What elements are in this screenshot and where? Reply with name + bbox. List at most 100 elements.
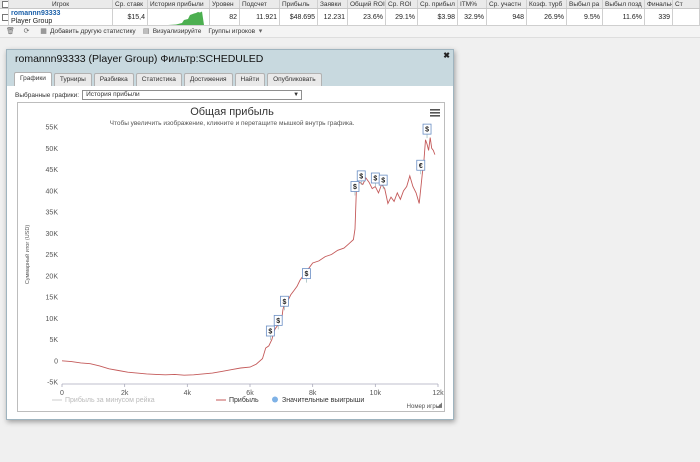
- col-header-total-roi[interactable]: Общий ROI: [348, 0, 386, 8]
- cell-late-out: 11.6%: [603, 9, 645, 26]
- big-win-marker-label: $: [381, 178, 385, 185]
- y-tick-label: 10K: [46, 316, 59, 323]
- col-header-early-out[interactable]: Выбыл ра: [567, 0, 603, 8]
- trash-icon: 🗑: [6, 28, 15, 35]
- refresh-button[interactable]: ⟳: [23, 28, 33, 35]
- add-stats-label: Добавить другую статистику: [50, 28, 136, 35]
- window-title[interactable]: romannn93333 (Player Group) Фильтр:SCHED…: [7, 50, 453, 69]
- col-header-final[interactable]: Финальн: [645, 0, 673, 8]
- player-groups-label: Группы игроков: [208, 28, 256, 35]
- y-tick-label: -5K: [47, 380, 58, 387]
- col-header-avg-profit[interactable]: Ср. прибыл: [418, 0, 458, 8]
- big-win-marker-label: $: [425, 127, 429, 134]
- resize-grip-icon[interactable]: ◢: [437, 401, 442, 409]
- x-axis-label: Номер игры: [407, 404, 440, 410]
- legend-marker-big-wins: [272, 396, 278, 403]
- add-stats-button[interactable]: ▦ Добавить другую статистику: [40, 28, 136, 35]
- y-tick-label: 15K: [46, 295, 59, 302]
- cell-count: 11.921: [240, 9, 280, 26]
- col-header-more[interactable]: Ст: [673, 0, 700, 8]
- table-row[interactable]: romannn93333 Player Group $15,4 82 11.92…: [0, 9, 700, 26]
- tab-breakdown[interactable]: Разбивка: [93, 73, 134, 86]
- x-tick-label: 6k: [246, 390, 254, 397]
- stats-grid: Игрок Ср. ставк История прибыли Уровен П…: [0, 0, 700, 26]
- profit-sparkline: [151, 11, 204, 25]
- col-header-count[interactable]: Подсчет: [240, 0, 280, 8]
- big-win-marker-label: $: [373, 176, 377, 183]
- chart-subtitle: Чтобы увеличить изображение, кликните и …: [110, 119, 355, 127]
- y-tick-label: 25K: [46, 252, 59, 259]
- big-win-marker-label: $: [359, 173, 363, 180]
- x-tick-label: 4k: [184, 390, 192, 397]
- cell-total-roi: 23.6%: [348, 9, 386, 26]
- col-header-profit-history[interactable]: История прибыли: [148, 0, 210, 8]
- col-header-profit[interactable]: Прибыль: [280, 0, 318, 8]
- cell-profit: $48.695: [280, 9, 318, 26]
- cell-level: 82: [210, 9, 240, 26]
- cell-more: [673, 9, 700, 26]
- col-header-entries[interactable]: Заявки: [318, 0, 348, 8]
- legend-label-net-profit: Прибыль за минусом рейка: [65, 396, 155, 404]
- tab-statistics[interactable]: Статистика: [135, 73, 182, 86]
- player-group-label: Player Group: [11, 18, 53, 25]
- col-header-itm[interactable]: ITM%: [458, 0, 487, 8]
- cell-avg-profit: $3.98: [418, 9, 458, 26]
- row-checkbox[interactable]: [2, 14, 8, 21]
- refresh-icon: ⟳: [23, 28, 30, 35]
- tab-publish[interactable]: Опубликовать: [267, 73, 322, 86]
- player-cell: romannn93333 Player Group: [9, 9, 113, 26]
- chevron-down-icon: ▼: [293, 92, 300, 98]
- col-header-player[interactable]: Игрок: [9, 0, 113, 8]
- remove-button[interactable]: 🗑: [6, 28, 16, 35]
- menu-icon-bar-1: [430, 112, 440, 114]
- y-tick-label: 30K: [46, 231, 59, 238]
- chart-selector-dropdown[interactable]: История прибыли ▼: [82, 90, 303, 100]
- y-tick-label: 5K: [49, 337, 58, 344]
- tab-tournaments[interactable]: Турниры: [53, 73, 92, 86]
- col-header-late-out[interactable]: Выбыл позд: [603, 0, 645, 8]
- chart-container[interactable]: Общая прибыль Чтобы увеличить изображение…: [17, 102, 445, 412]
- chart-icon: ▤: [142, 28, 150, 35]
- y-tick-label: 50K: [46, 146, 59, 153]
- chart-selector-value: История прибыли: [86, 91, 140, 98]
- y-tick-label: 20K: [46, 273, 59, 280]
- select-all-checkbox[interactable]: [2, 1, 8, 8]
- big-win-marker-label: $: [353, 184, 357, 191]
- player-groups-dropdown[interactable]: Группы игроков ▾: [208, 28, 267, 35]
- player-name-link[interactable]: romannn93333: [11, 10, 110, 18]
- cell-avg-roi: 29.1%: [386, 9, 418, 26]
- col-header-avg-entrants[interactable]: Ср. участн: [487, 0, 527, 8]
- row-checkbox-cell[interactable]: [0, 9, 9, 26]
- x-tick-label: 0: [60, 390, 64, 397]
- menu-icon-bar-2: [430, 115, 440, 117]
- chart-window: romannn93333 (Player Group) Фильтр:SCHED…: [6, 49, 454, 420]
- visualize-label: Визуализируйте: [152, 28, 202, 35]
- tab-find[interactable]: Найти: [234, 73, 266, 86]
- col-header-turbo-ratio[interactable]: Коэф. турб: [527, 0, 567, 8]
- tab-charts[interactable]: Графики: [14, 72, 52, 86]
- profit-chart[interactable]: Общая прибыльЧтобы увеличить изображение…: [18, 103, 446, 413]
- col-header-avg-roi[interactable]: Ср. ROI: [386, 0, 418, 8]
- y-tick-label: 55K: [46, 125, 59, 132]
- chevron-down-icon: ▾: [258, 28, 263, 35]
- big-win-marker-label: €: [419, 163, 423, 170]
- col-header-avg-stake[interactable]: Ср. ставк: [113, 0, 148, 8]
- chart-title: Общая прибыль: [190, 106, 274, 118]
- add-column-icon: ▦: [40, 28, 47, 35]
- legend-label-big-wins: Значительные выигрыши: [282, 397, 364, 404]
- big-win-marker-label: $: [276, 318, 280, 325]
- col-header-level[interactable]: Уровен: [210, 0, 240, 8]
- chart-selector-row: Выбранные графики: История прибыли ▼: [15, 90, 303, 100]
- cell-turbo-ratio: 26.9%: [527, 9, 567, 26]
- cell-avg-stake: $15,4: [113, 9, 148, 26]
- select-all-checkbox-cell[interactable]: [0, 0, 9, 8]
- visualize-button[interactable]: ▤ Визуализируйте: [142, 28, 202, 35]
- y-axis-label: Суммарный итог (USD): [24, 225, 31, 284]
- tab-achievements[interactable]: Достижения: [183, 73, 233, 86]
- close-icon[interactable]: ✖: [443, 51, 450, 60]
- x-tick-label: 8k: [309, 390, 317, 397]
- menu-icon-bar-0: [430, 109, 440, 111]
- y-tick-label: 40K: [46, 188, 59, 195]
- cell-final: 339: [645, 9, 673, 26]
- window-tabs: Графики Турниры Разбивка Статистика Дост…: [7, 69, 453, 86]
